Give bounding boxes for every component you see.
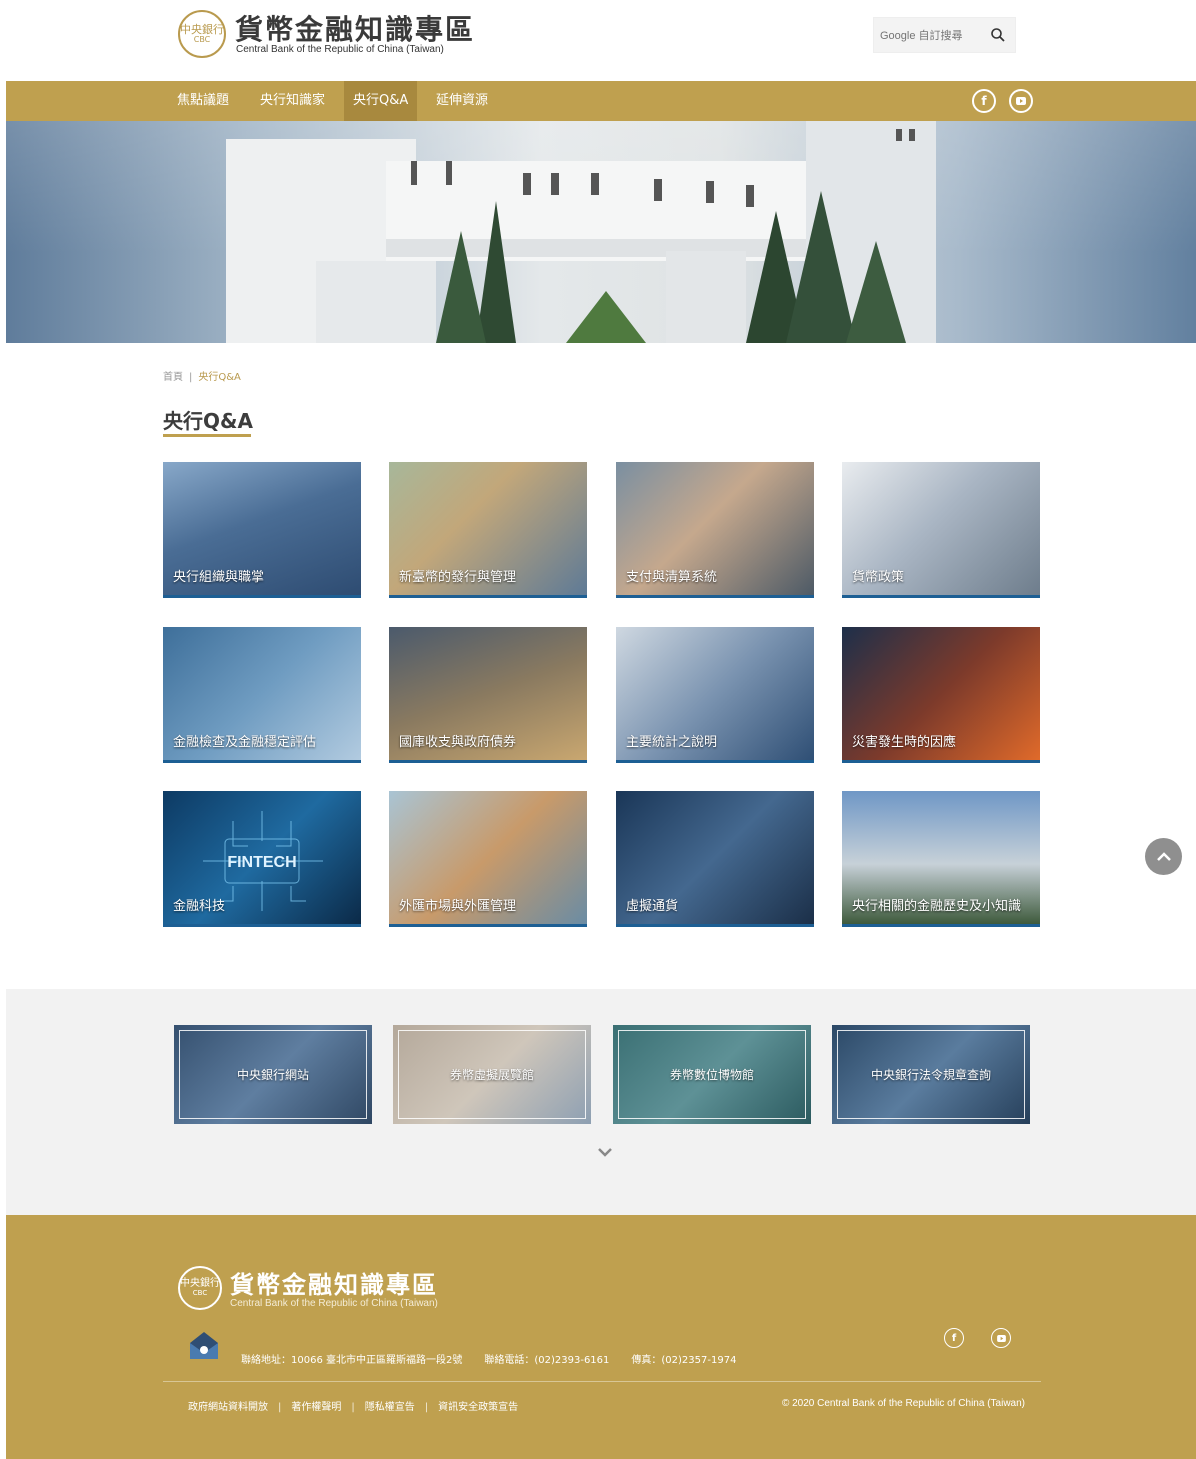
footer-address: 聯絡地址：10066 臺北市中正區羅斯福路一段2號	[241, 1355, 463, 1366]
card-foreign-exchange[interactable]: 外匯市場與外匯管理	[389, 791, 587, 927]
card-fintech[interactable]: FINTECH 金融科技	[163, 791, 361, 927]
card-treasury-bonds[interactable]: 國庫收支與政府債券	[389, 627, 587, 763]
chevron-up-icon	[1156, 851, 1171, 861]
footer-contact-info: 聯絡地址：10066 臺北市中正區羅斯福路一段2號 聯絡電話：(02)2393-6…	[241, 1351, 758, 1366]
card-monetary-policy[interactable]: 貨幣政策	[842, 462, 1040, 598]
card-label: 金融科技	[173, 899, 226, 914]
hero-banner-image	[6, 121, 1196, 343]
site-title[interactable]: 貨幣金融知識專區	[235, 8, 475, 48]
footer-link-open-data[interactable]: 政府網站資料開放	[188, 1402, 268, 1413]
link-label: 中央銀行法令規章查詢	[870, 1068, 991, 1082]
card-label: 貨幣政策	[852, 570, 905, 585]
search-box	[873, 17, 1016, 53]
footer-seal-text: 中央銀行	[180, 1277, 220, 1289]
card-label: 國庫收支與政府債券	[399, 735, 517, 750]
link-virtual-exhibition[interactable]: 券幣虛擬展覽館	[393, 1025, 591, 1124]
footer-fax: 傳真：(02)2357-1974	[631, 1355, 737, 1366]
breadcrumb-home-link[interactable]: 首頁	[163, 372, 183, 383]
card-label: 支付與清算系統	[626, 570, 718, 585]
card-financial-history[interactable]: 央行相關的金融歷史及小知識	[842, 791, 1040, 927]
card-label: 主要統計之說明	[626, 735, 718, 750]
youtube-icon[interactable]	[1009, 89, 1033, 113]
footer-youtube-icon[interactable]	[991, 1328, 1011, 1348]
card-statistics[interactable]: 主要統計之說明	[616, 627, 814, 763]
card-label: 災害發生時的因應	[852, 735, 957, 750]
footer-seal-logo: 中央銀行 CBC	[178, 1266, 222, 1310]
search-icon[interactable]	[989, 26, 1007, 44]
card-label: 新臺幣的發行與管理	[399, 570, 517, 585]
card-payment-clearing[interactable]: 支付與清算系統	[616, 462, 814, 598]
footer-phone: 聯絡電話：(02)2393-6161	[484, 1355, 610, 1366]
card-label: 央行相關的金融歷史及小知識	[852, 899, 1022, 914]
card-label: 央行組織與職掌	[173, 570, 265, 585]
title-underline	[163, 434, 251, 437]
footer-subtitle: Central Bank of the Republic of China (T…	[230, 1298, 438, 1309]
breadcrumb-separator: |	[189, 372, 193, 383]
card-label: 虛擬通貨	[626, 899, 679, 914]
footer-facebook-icon[interactable]: f	[944, 1328, 964, 1348]
card-label: 金融檢查及金融穩定評估	[173, 735, 317, 750]
site-subtitle: Central Bank of the Republic of China (T…	[236, 44, 444, 55]
card-label: 外匯市場與外匯管理	[399, 899, 517, 914]
link-digital-museum[interactable]: 券幣數位博物館	[613, 1025, 811, 1124]
card-disaster-response[interactable]: 災害發生時的因應	[842, 627, 1040, 763]
card-cbc-organization[interactable]: 央行組織與職掌	[163, 462, 361, 598]
link-cbc-website[interactable]: 中央銀行網站	[174, 1025, 372, 1124]
footer-link-privacy[interactable]: 隱私權宣告	[365, 1402, 415, 1413]
card-virtual-currency[interactable]: 虛擬通貨	[616, 791, 814, 927]
svg-text:FINTECH: FINTECH	[227, 854, 296, 871]
footer-link-copyright[interactable]: 著作權聲明	[291, 1402, 341, 1413]
link-label: 券幣虛擬展覽館	[449, 1068, 534, 1082]
footer-link-security-policy[interactable]: 資訊安全政策宣告	[438, 1402, 518, 1413]
main-nav: 焦點議題 央行知識家 央行Q&A 延伸資源 f	[6, 81, 1196, 121]
related-links-section: 中央銀行網站 券幣虛擬展覽館 券幣數位博物館 中央銀行法令規章查詢	[6, 989, 1196, 1215]
footer-seal-subtext: CBC	[192, 1288, 208, 1297]
chevron-down-icon[interactable]	[596, 1143, 614, 1161]
central-bank-seal-logo[interactable]: 中央銀行 CBC	[178, 10, 226, 58]
page-title: 央行Q&A	[163, 409, 253, 433]
facebook-icon[interactable]: f	[972, 89, 996, 113]
site-header: 中央銀行 CBC 貨幣金融知識專區 Central Bank of the Re…	[0, 0, 1196, 80]
link-label: 券幣數位博物館	[669, 1068, 754, 1082]
card-financial-stability[interactable]: 金融檢查及金融穩定評估	[163, 627, 361, 763]
card-currency-issuance[interactable]: 新臺幣的發行與管理	[389, 462, 587, 598]
seal-text: 中央銀行	[180, 22, 224, 36]
back-to-top-button[interactable]	[1145, 838, 1182, 875]
nav-item-qa[interactable]: 央行Q&A	[344, 81, 418, 121]
footer-divider	[163, 1381, 1041, 1382]
footer-copyright: © 2020 Central Bank of the Republic of C…	[781, 1398, 1025, 1409]
breadcrumb-current: 央行Q&A	[198, 372, 241, 383]
site-footer: 中央銀行 CBC 貨幣金融知識專區 Central Bank of the Re…	[6, 1215, 1196, 1459]
seal-subtext: CBC	[193, 34, 211, 44]
nav-item-knowledge[interactable]: 央行知識家	[251, 81, 334, 121]
breadcrumb: 首頁 | 央行Q&A	[163, 368, 241, 383]
search-input[interactable]	[880, 26, 990, 46]
footer-title: 貨幣金融知識專區	[230, 1271, 438, 1299]
footer-links: 政府網站資料開放 | 著作權聲明 | 隱私權宣告 | 資訊安全政策宣告	[188, 1402, 519, 1413]
mail-envelope-icon	[190, 1332, 218, 1359]
nav-item-resources[interactable]: 延伸資源	[427, 81, 497, 121]
link-regulations-query[interactable]: 中央銀行法令規章查詢	[832, 1025, 1030, 1124]
nav-item-focus-topics[interactable]: 焦點議題	[168, 81, 238, 121]
link-label: 中央銀行網站	[236, 1068, 309, 1082]
